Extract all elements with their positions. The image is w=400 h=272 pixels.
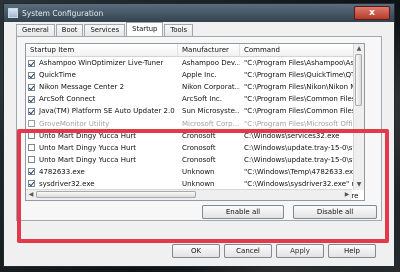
command-cell: C:\Windows\update.tray-15-0\svch	[244, 143, 364, 152]
table-row[interactable]: Ashampoo WinOptimizer Live-Tuner Ashampoo…	[26, 57, 364, 69]
table-row[interactable]: Unto Mart Dingy Yucca Hurt Cronosoft C:\Wi…	[26, 142, 364, 154]
column-header-startup-item[interactable]: Startup Item	[26, 44, 178, 56]
startup-item-cell: Unto Mart Dingy Yucca Hurt	[26, 132, 178, 140]
startup-item-checkbox[interactable]	[28, 83, 35, 91]
msconfig-app-icon	[8, 8, 18, 18]
table-row[interactable]: Nikon Message Center 2 Nikon Corporat... "…	[26, 81, 364, 93]
startup-item-name: ArcSoft Connect	[39, 95, 96, 104]
table-row[interactable]: Unto Mart Dingy Yucca Hurt Cronosoft C:\Wi…	[26, 130, 364, 142]
manufacturer-cell: ArcSoft Inc.	[182, 95, 222, 104]
table-row[interactable]: 4782633.exe Unknown "C:\Windows\Temp\47826…	[26, 166, 364, 178]
tab-boot[interactable]: Boot	[55, 24, 84, 36]
startup-item-name: Unto Mart Dingy Yucca Hurt	[39, 131, 137, 140]
command-cell: "C:\Program Files\Ashampoo\Ashampoo	[244, 59, 364, 68]
column-header-command[interactable]: Command	[240, 44, 364, 56]
command-cell: "C:\Program Files\Microsoft Office	[244, 119, 361, 128]
startup-items-list[interactable]: Startup Item Manufacturer Command Ashamp…	[25, 43, 365, 201]
horizontal-scrollbar[interactable]: ◀ ▶	[26, 189, 352, 200]
scroll-right-icon[interactable]: ▶	[343, 191, 351, 198]
startup-item-checkbox[interactable]	[28, 132, 35, 140]
startup-item-name: Nikon Message Center 2	[39, 83, 125, 92]
startup-item-checkbox[interactable]	[28, 59, 35, 67]
startup-tab-pane: Startup Item Manufacturer Command Ashamp…	[16, 36, 382, 221]
vertical-scroll-thumb[interactable]	[355, 54, 362, 106]
manufacturer-cell: Unknown	[182, 179, 215, 188]
scroll-left-icon[interactable]: ◀	[27, 191, 35, 198]
startup-item-cell: 4782633.exe	[26, 168, 178, 176]
column-header-manufacturer[interactable]: Manufacturer	[178, 44, 240, 56]
tab-startup[interactable]: Startup	[126, 22, 164, 36]
table-row[interactable]: GroveMonitor Utility Microsoft Corp... "C:…	[26, 117, 364, 129]
startup-item-cell: sysdriver32.exe	[26, 180, 178, 188]
tab-services[interactable]: Services	[84, 24, 126, 36]
command-cell: C:\Windows\services32.exe	[244, 131, 340, 140]
scroll-down-icon[interactable]: ▼	[355, 181, 363, 189]
list-rows: Ashampoo WinOptimizer Live-Tuner Ashampoo…	[26, 57, 364, 200]
startup-item-checkbox[interactable]	[28, 168, 35, 176]
command-cell: "C:\Program Files\Common Files\Ar	[244, 95, 364, 104]
table-row[interactable]: Unto Mart Dingy Yucca Hurt Cronosoft C:\Wi…	[26, 154, 364, 166]
table-row[interactable]: Java(TM) Platform SE Auto Updater 2.0 Sun…	[26, 105, 364, 117]
manufacturer-cell: Sun Microsyste...	[182, 107, 240, 116]
startup-item-name: Unto Mart Dingy Yucca Hurt	[39, 143, 137, 152]
command-cell: C:\Windows\update.tray-15-0\svch	[244, 155, 364, 164]
command-cell: "C:\Windows\Temp\4782633.exe"	[244, 167, 361, 176]
startup-item-name: GroveMonitor Utility	[39, 119, 110, 128]
apply-button[interactable]: Apply	[276, 244, 324, 258]
startup-item-name: Unto Mart Dingy Yucca Hurt	[39, 155, 137, 164]
tab-strip: General Boot Services Startup Tools	[16, 22, 194, 36]
manufacturer-cell: Ashampoo Dev...	[182, 59, 240, 68]
system-configuration-window: System Configuration x General Boot Serv…	[3, 3, 395, 267]
manufacturer-cell: Cronosoft	[182, 131, 216, 140]
table-row[interactable]: ArcSoft Connect ArcSoft Inc. "C:\Program F…	[26, 93, 364, 105]
command-cell: "C:\Program Files\Nikon\Nikon Mes	[244, 83, 364, 92]
manufacturer-cell: Cronosoft	[182, 155, 216, 164]
command-cell: "C:\Windows\sysdriver32.exe" re	[244, 179, 359, 188]
startup-item-cell: ArcSoft Connect	[26, 95, 178, 103]
startup-item-checkbox[interactable]	[28, 107, 35, 115]
vertical-scrollbar[interactable]: ▲ ▼	[353, 44, 364, 190]
startup-item-checkbox[interactable]	[28, 71, 35, 79]
manufacturer-cell: Unknown	[182, 167, 215, 176]
window-title: System Configuration	[22, 8, 104, 18]
enable-all-button[interactable]: Enable all	[202, 205, 284, 219]
startup-item-cell: Nikon Message Center 2	[26, 83, 178, 91]
startup-item-name: Ashampoo WinOptimizer Live-Tuner	[39, 59, 164, 68]
ok-button[interactable]: OK	[172, 244, 220, 258]
startup-item-checkbox[interactable]	[28, 144, 35, 152]
startup-item-cell: Unto Mart Dingy Yucca Hurt	[26, 156, 178, 164]
command-cell: "C:\Program Files\QuickTime\QTTask	[244, 71, 364, 80]
startup-item-checkbox[interactable]	[28, 180, 35, 188]
startup-item-cell: Ashampoo WinOptimizer Live-Tuner	[26, 59, 178, 67]
manufacturer-cell: Microsoft Corp...	[182, 119, 240, 128]
horizontal-scroll-thumb[interactable]	[36, 191, 196, 198]
startup-item-name: 4782633.exe	[39, 167, 85, 176]
startup-item-cell: Java(TM) Platform SE Auto Updater 2.0	[26, 107, 178, 115]
startup-item-cell: GroveMonitor Utility	[26, 120, 178, 128]
startup-item-cell: QuickTime	[26, 71, 178, 79]
manufacturer-cell: Nikon Corporat...	[182, 83, 240, 92]
list-header: Startup Item Manufacturer Command	[26, 44, 364, 57]
tab-general[interactable]: General	[16, 24, 55, 36]
title-bar[interactable]: System Configuration x	[4, 4, 394, 22]
startup-item-checkbox[interactable]	[28, 156, 35, 164]
cancel-button[interactable]: Cancel	[224, 244, 272, 258]
startup-item-checkbox[interactable]	[28, 95, 35, 103]
tab-tools[interactable]: Tools	[164, 24, 194, 36]
command-cell: "C:\Program Files\Common Files\Ja	[244, 107, 364, 116]
startup-item-name: sysdriver32.exe	[39, 179, 95, 188]
startup-item-cell: Unto Mart Dingy Yucca Hurt	[26, 144, 178, 152]
manufacturer-cell: Cronosoft	[182, 143, 216, 152]
startup-item-checkbox[interactable]	[28, 120, 35, 128]
table-row[interactable]: QuickTime Apple Inc. "C:\Program Files\Qui…	[26, 69, 364, 81]
startup-item-name: QuickTime	[39, 71, 76, 80]
disable-all-button[interactable]: Disable all	[293, 205, 377, 219]
manufacturer-cell: Apple Inc.	[182, 71, 217, 80]
scroll-up-icon[interactable]: ▲	[355, 45, 363, 53]
help-button[interactable]: Help	[328, 244, 376, 258]
startup-item-name: Java(TM) Platform SE Auto Updater 2.0	[39, 107, 175, 116]
close-button[interactable]: x	[354, 6, 390, 20]
